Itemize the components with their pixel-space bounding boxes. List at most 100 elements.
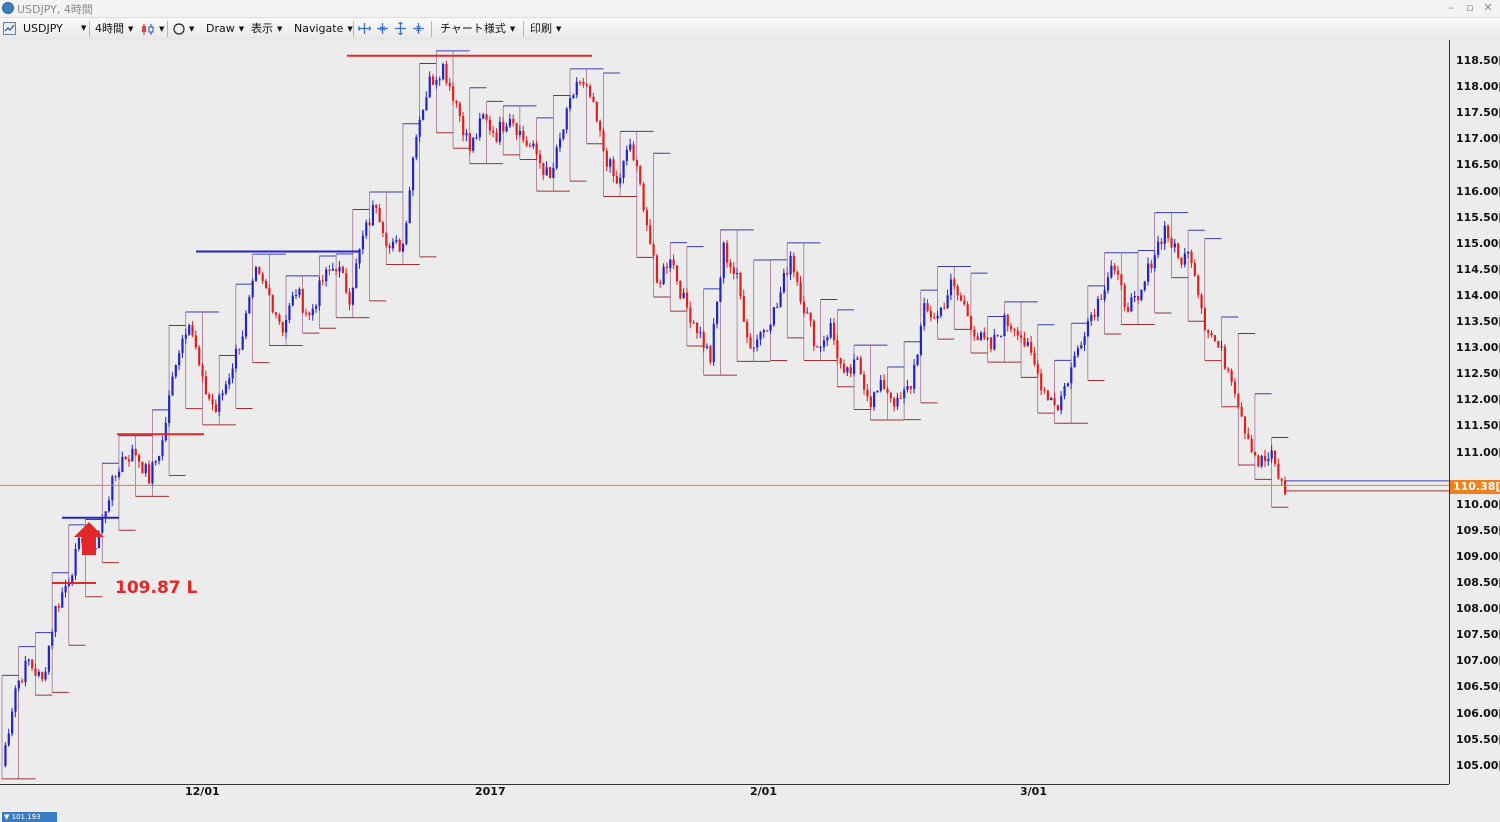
navigate-label: Navigate xyxy=(294,22,344,35)
candle-body xyxy=(1013,329,1016,331)
candle-body xyxy=(649,225,652,245)
candle-body xyxy=(1060,395,1063,411)
candle-body xyxy=(1243,416,1247,434)
candle-body xyxy=(401,243,405,252)
candle-body xyxy=(1140,290,1143,300)
price-axis[interactable]: 118.50[0 118.00[0 117.50[0 117.00[0 116.50[0… xyxy=(1449,40,1500,784)
candle-body xyxy=(996,334,999,337)
restore-icon[interactable]: ▫ xyxy=(1462,1,1478,15)
candle-body xyxy=(442,63,445,80)
candle-body xyxy=(224,384,228,394)
candle-body xyxy=(261,273,264,281)
navigate-menu[interactable]: Navigate ▼ xyxy=(294,18,353,40)
candle-body xyxy=(1237,393,1240,407)
candle-body xyxy=(659,282,662,284)
candle-body xyxy=(579,81,582,83)
candle-body xyxy=(1020,335,1023,338)
candle-body xyxy=(355,263,358,288)
candle-body xyxy=(301,288,304,313)
candle-body xyxy=(184,334,187,339)
candle-body xyxy=(24,660,27,683)
chevron-down-icon: ▼ xyxy=(238,25,245,33)
candle-body xyxy=(178,353,181,366)
candle-body xyxy=(1187,251,1190,254)
candle-body xyxy=(505,126,508,132)
price-tick-label: 112.50[0 xyxy=(1456,367,1500,381)
candle-body xyxy=(552,168,555,179)
candle-body xyxy=(465,133,468,136)
candle-body xyxy=(1000,336,1003,338)
candle-body xyxy=(291,295,294,306)
time-axis[interactable]: 12/01 2017 2/01 3/01 xyxy=(0,784,1449,800)
candle-body xyxy=(492,130,495,133)
chart-style-label: チャート様式 xyxy=(440,22,506,35)
view-menu[interactable]: 表示 ▼ xyxy=(251,18,282,40)
price-tick-label: 114.50[0 xyxy=(1456,262,1500,276)
candle-body xyxy=(1280,478,1283,481)
candle-body xyxy=(852,359,856,374)
candle-body xyxy=(171,376,174,396)
candle-body xyxy=(662,266,665,284)
price-chart[interactable] xyxy=(0,40,1449,784)
candle-body xyxy=(1076,348,1080,356)
candle-body xyxy=(1006,314,1009,327)
candle-body xyxy=(34,668,37,676)
candle-body xyxy=(288,305,291,321)
candle-body xyxy=(585,84,588,87)
candle-body xyxy=(1043,390,1046,392)
candle-body xyxy=(809,312,812,321)
candle-body xyxy=(198,347,201,365)
zoom-in-vertical-icon[interactable] xyxy=(394,22,407,35)
price-tick-label: 115.00[0 xyxy=(1456,236,1500,250)
candle-body xyxy=(525,140,528,146)
candle-body xyxy=(462,116,465,136)
zoom-out-vertical-icon[interactable] xyxy=(412,22,425,35)
draw-menu[interactable]: Draw ▼ xyxy=(206,18,244,40)
candle-body xyxy=(67,583,71,586)
zoom-out-horizontal-icon[interactable] xyxy=(376,22,389,35)
chevron-down-icon: ▼ xyxy=(509,25,516,33)
candle-body xyxy=(839,358,842,365)
minimize-icon[interactable]: – xyxy=(1443,1,1459,15)
price-tick-label: 113.00[0 xyxy=(1456,341,1500,355)
print-menu[interactable]: 印刷 ▼ xyxy=(530,18,561,40)
toolbar-separator xyxy=(353,21,354,37)
candle-body xyxy=(482,114,485,119)
candle-body xyxy=(1056,405,1060,411)
timeframe-dropdown[interactable]: 4時間 ▼ xyxy=(95,18,133,40)
candle-body xyxy=(1113,265,1116,271)
candle-body xyxy=(244,313,248,337)
candle-body xyxy=(1207,330,1210,333)
window-title: USDJPY, 4時間 xyxy=(17,3,93,16)
candle-body xyxy=(164,422,167,441)
chart-plot-area[interactable]: ▼ 101.193 109.87 L xyxy=(0,40,1449,822)
shape-dropdown[interactable]: ▼ xyxy=(173,18,194,40)
close-icon[interactable]: ✕ xyxy=(1480,1,1496,15)
candle-body xyxy=(137,455,141,462)
candle-body xyxy=(562,129,565,139)
candle-body xyxy=(411,157,415,191)
candle-body xyxy=(1284,480,1287,495)
candle-body xyxy=(1143,281,1146,291)
candle-body xyxy=(127,459,131,462)
chart-style-menu[interactable]: チャート様式 ▼ xyxy=(440,18,515,40)
candle-body xyxy=(736,273,739,275)
candle-body xyxy=(208,394,211,399)
candle-body xyxy=(699,332,702,334)
zoom-in-horizontal-icon[interactable] xyxy=(358,22,371,35)
candle-body xyxy=(468,133,471,151)
candle-body xyxy=(889,392,892,399)
candle-body xyxy=(295,294,298,296)
candle-body xyxy=(264,280,268,289)
candle-body xyxy=(903,389,906,399)
chart-window-icon[interactable] xyxy=(3,22,16,35)
candle-body xyxy=(4,745,7,766)
candle-type-dropdown[interactable]: ▼ xyxy=(141,18,164,40)
candle-body xyxy=(989,337,993,350)
candle-body xyxy=(395,240,398,242)
candle-body xyxy=(1080,345,1083,349)
symbol-dropdown[interactable]: USDJPY ▼ xyxy=(23,18,86,40)
candle-body xyxy=(1053,398,1056,406)
candle-body xyxy=(234,348,238,369)
candle-body xyxy=(615,176,618,184)
